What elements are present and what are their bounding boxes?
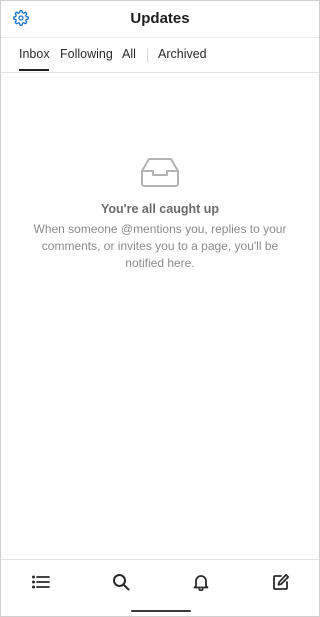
empty-state: You're all caught up When someone @menti… (21, 156, 299, 272)
search-button[interactable] (109, 570, 133, 594)
notifications-button[interactable] (189, 570, 213, 594)
header: Updates (1, 1, 319, 37)
search-icon (113, 574, 130, 591)
app-window: Updates Inbox Following All Archived You… (0, 0, 320, 617)
compose-icon (273, 573, 290, 590)
empty-state-description: When someone @mentions you, replies to y… (33, 222, 287, 270)
tab-bar: Inbox Following All Archived (1, 37, 319, 73)
page-title: Updates (130, 10, 190, 27)
tab-all[interactable]: All (122, 47, 136, 61)
tab-following[interactable]: Following (60, 47, 113, 61)
tab-archived[interactable]: Archived (158, 47, 207, 61)
list-icon (32, 575, 50, 589)
active-tab-indicator (19, 69, 49, 71)
bell-icon (193, 575, 209, 591)
home-indicator (131, 610, 191, 612)
tab-inbox[interactable]: Inbox (19, 47, 50, 61)
bottom-navigation (1, 559, 319, 617)
tab-divider (147, 49, 148, 62)
compose-button[interactable] (269, 570, 293, 594)
inbox-tray-icon (141, 158, 179, 187)
list-button[interactable] (29, 570, 53, 594)
empty-state-title: You're all caught up (100, 202, 220, 216)
